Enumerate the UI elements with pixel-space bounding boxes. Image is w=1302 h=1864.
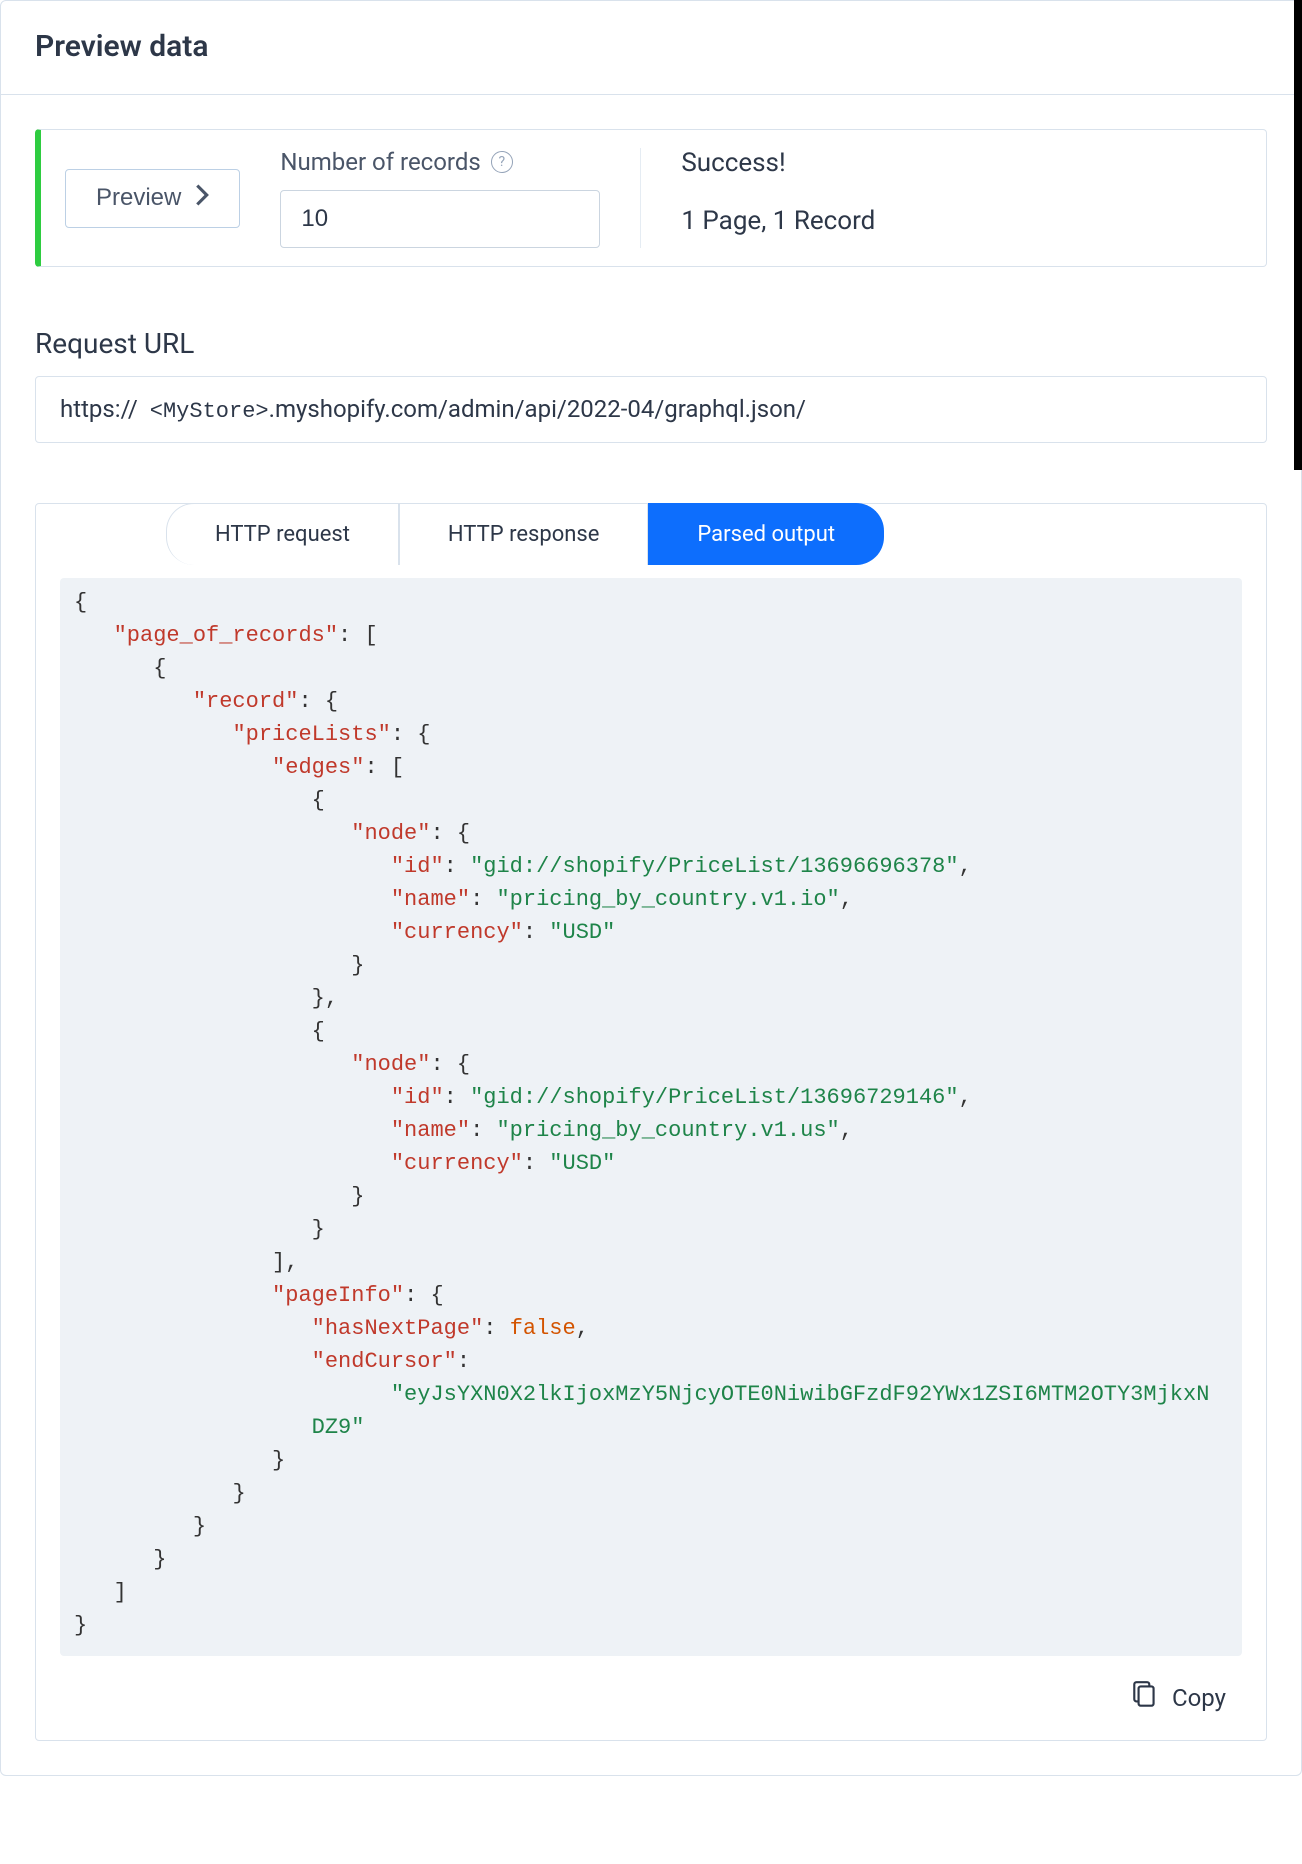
records-label: Number of records	[280, 148, 480, 176]
parsed-output-code[interactable]: { "page_of_records": [ { "record": { "pr…	[60, 578, 1242, 1656]
preview-data-panel: Preview data Preview Number of records ?…	[0, 0, 1302, 1776]
divider	[1, 94, 1301, 95]
copy-label: Copy	[1172, 1684, 1226, 1712]
scrollbar-indicator[interactable]	[1294, 0, 1302, 470]
request-url-block: Request URL https:// <MyStore>.myshopify…	[35, 327, 1267, 443]
status-title: Success!	[681, 148, 875, 178]
output-block: HTTP request HTTP response Parsed output…	[35, 503, 1267, 1741]
copy-button[interactable]: Copy	[36, 1680, 1226, 1716]
section-title: Preview data	[1, 1, 1301, 94]
url-path: .myshopify.com/admin/api/2022-04/graphql…	[269, 395, 806, 423]
preview-strip: Preview Number of records ? Success! 1 P…	[35, 129, 1267, 267]
records-label-row: Number of records ?	[280, 148, 600, 176]
records-field: Number of records ?	[280, 148, 600, 248]
tab-parsed-output[interactable]: Parsed output	[648, 503, 884, 565]
help-icon[interactable]: ?	[491, 151, 513, 173]
url-prefix: https://	[60, 395, 138, 423]
preview-button-label: Preview	[96, 184, 181, 212]
request-url-label: Request URL	[35, 327, 1267, 360]
url-rest: <MyStore>.myshopify.com/admin/api/2022-0…	[150, 395, 806, 424]
chevron-right-icon	[195, 184, 209, 213]
tab-http-request[interactable]: HTTP request	[166, 503, 399, 565]
main-panel: Preview data Preview Number of records ?…	[0, 0, 1302, 1776]
status-column: Success! 1 Page, 1 Record	[640, 148, 875, 248]
tab-http-response[interactable]: HTTP response	[399, 503, 649, 565]
status-detail: 1 Page, 1 Record	[681, 206, 875, 236]
copy-icon	[1132, 1680, 1158, 1716]
records-input[interactable]	[280, 190, 600, 248]
preview-button[interactable]: Preview	[65, 169, 240, 228]
request-url-box[interactable]: https:// <MyStore>.myshopify.com/admin/a…	[35, 376, 1267, 443]
url-variable: <MyStore>	[150, 399, 269, 424]
output-tabs: HTTP request HTTP response Parsed output	[166, 503, 1266, 565]
